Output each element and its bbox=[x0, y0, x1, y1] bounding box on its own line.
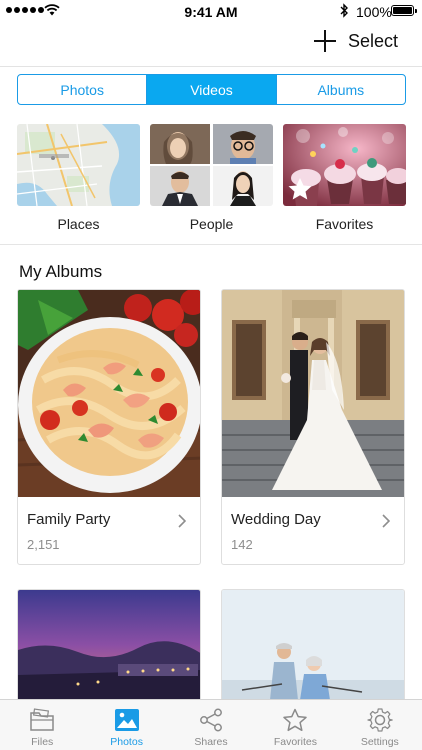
album-info: Family Party 2,151 bbox=[18, 497, 200, 564]
chevron-right-icon bbox=[178, 514, 186, 528]
tab-favorites[interactable]: Favorites bbox=[253, 700, 337, 750]
album-card-partial[interactable] bbox=[17, 589, 201, 699]
tab-bar: Files Photos Shares Favorites Settings bbox=[0, 699, 422, 750]
tab-label: Shares bbox=[194, 736, 228, 748]
tab-shares[interactable]: Shares bbox=[169, 700, 253, 750]
select-label: Select bbox=[347, 30, 398, 51]
category-row: Places People Favorites bbox=[17, 124, 406, 234]
album-name: Family Party bbox=[27, 511, 111, 528]
tab-label: Files bbox=[31, 736, 54, 748]
segment-albums[interactable]: Albums bbox=[275, 75, 405, 104]
battery-percent: 100% bbox=[356, 4, 392, 20]
gear-icon bbox=[367, 708, 393, 732]
segment-videos[interactable]: Videos bbox=[146, 75, 276, 104]
tab-label: Favorites bbox=[273, 736, 318, 748]
album-name: Wedding Day bbox=[231, 511, 321, 528]
star-icon bbox=[283, 708, 308, 732]
album-cover-photo bbox=[18, 290, 200, 497]
album-card-wedding-day[interactable]: Wedding Day 142 bbox=[221, 289, 405, 565]
category-label: Places bbox=[57, 216, 100, 232]
segment-photos[interactable]: Photos bbox=[18, 75, 146, 104]
album-count: 2,151 bbox=[27, 537, 60, 552]
category-favorites[interactable]: Favorites bbox=[283, 124, 406, 234]
tab-label: Settings bbox=[360, 736, 399, 748]
album-card-partial[interactable] bbox=[221, 589, 405, 699]
album-cover-photo bbox=[18, 590, 200, 699]
folder-icon bbox=[30, 708, 54, 731]
photo-icon bbox=[114, 709, 139, 731]
top-navigation: Select bbox=[0, 22, 422, 67]
category-label: Favorites bbox=[315, 216, 374, 232]
category-places[interactable]: Places bbox=[17, 124, 140, 234]
category-label: People bbox=[189, 216, 234, 232]
select-button[interactable]: Select bbox=[313, 30, 398, 52]
tab-photos[interactable]: Photos bbox=[84, 700, 168, 750]
favorites-thumbnail bbox=[283, 124, 406, 206]
album-cover-photo bbox=[222, 290, 404, 497]
bluetooth-icon bbox=[340, 3, 348, 18]
album-card-family-party[interactable]: Family Party 2,151 bbox=[17, 289, 201, 565]
album-info: Wedding Day 142 bbox=[222, 497, 404, 564]
chevron-right-icon bbox=[382, 514, 390, 528]
section-title: My Albums bbox=[19, 262, 103, 281]
media-segmented-control: Photos Videos Albums bbox=[17, 74, 406, 105]
status-bar: 9:41 AM 100% bbox=[0, 0, 422, 22]
tab-label: Photos bbox=[110, 736, 143, 748]
plus-icon bbox=[313, 30, 336, 52]
tab-settings[interactable]: Settings bbox=[338, 700, 422, 750]
people-collage-thumbnail bbox=[150, 124, 273, 206]
battery-icon bbox=[391, 5, 417, 16]
album-count: 142 bbox=[231, 537, 253, 552]
tab-files[interactable]: Files bbox=[0, 700, 84, 750]
album-cover-photo bbox=[222, 590, 404, 699]
section-divider bbox=[0, 244, 422, 245]
category-people[interactable]: People bbox=[150, 124, 273, 234]
share-icon bbox=[200, 708, 222, 732]
places-map-thumbnail bbox=[17, 124, 140, 206]
